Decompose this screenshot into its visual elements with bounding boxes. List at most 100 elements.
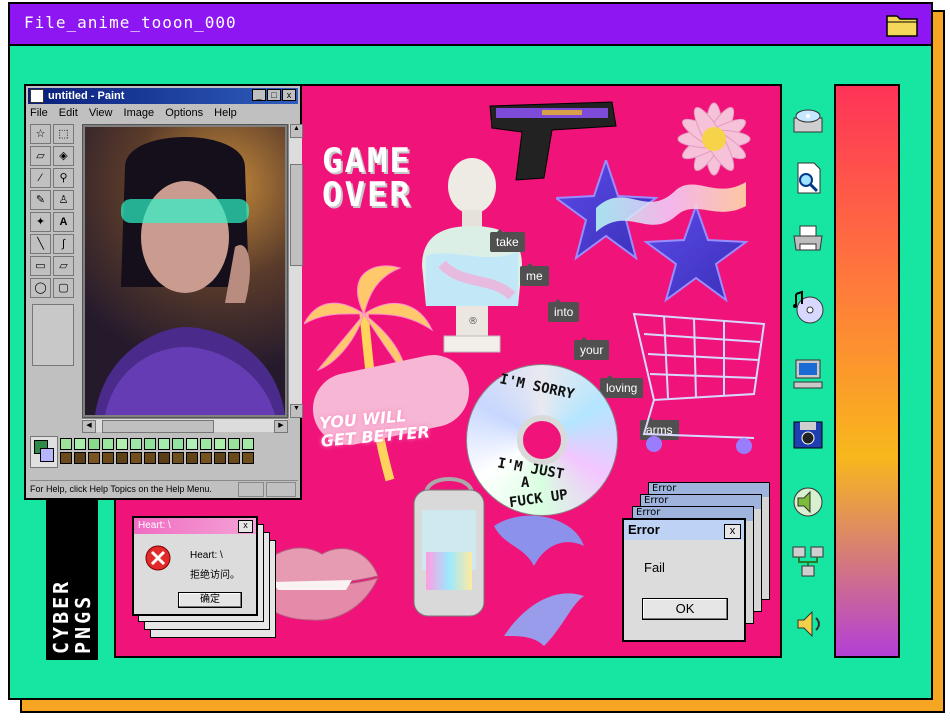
h-scroll-thumb[interactable] xyxy=(102,420,214,433)
menu-options[interactable]: Options xyxy=(165,107,203,119)
palette-swatch[interactable] xyxy=(60,452,72,464)
game-over-line-1: GAME xyxy=(322,141,412,181)
fill-tool-icon[interactable]: ◈ xyxy=(53,146,74,166)
polygon-tool-icon[interactable]: ▱ xyxy=(53,256,74,276)
picker-tool-icon[interactable]: ⁄ xyxy=(30,168,51,188)
music-cd-icon[interactable] xyxy=(790,290,826,326)
cd-drive-icon[interactable] xyxy=(790,102,826,138)
paint-title: untitled - Paint xyxy=(48,90,125,102)
palette-swatch[interactable] xyxy=(228,452,240,464)
palette-swatch[interactable] xyxy=(74,438,86,450)
statue-bust-image: ® xyxy=(422,158,522,353)
error-dialog-ok-button[interactable]: OK xyxy=(642,598,728,620)
paint-canvas[interactable] xyxy=(82,124,288,418)
eraser-tool-icon[interactable]: ▱ xyxy=(30,146,51,166)
palette-swatch[interactable] xyxy=(158,452,170,464)
palette-swatch[interactable] xyxy=(228,438,240,450)
palette-swatch[interactable] xyxy=(116,438,128,450)
tool-options-box xyxy=(32,304,74,366)
printer-icon[interactable] xyxy=(790,222,826,258)
rect-select-tool-icon[interactable]: ⬚ xyxy=(53,124,74,144)
document-search-icon[interactable] xyxy=(790,160,826,196)
menu-help[interactable]: Help xyxy=(214,107,237,119)
error-dialog: Error x Fail OK xyxy=(622,518,746,642)
paint-close-button[interactable]: x xyxy=(282,89,296,101)
heart-dialog-ok-button[interactable]: 确定 xyxy=(178,592,242,608)
paint-vertical-scrollbar[interactable]: ▲ ▼ xyxy=(288,124,303,418)
folder-icon[interactable] xyxy=(885,10,919,38)
cd-hole xyxy=(517,415,567,465)
palette-swatch[interactable] xyxy=(172,438,184,450)
volume-icon[interactable] xyxy=(790,606,826,642)
palette-swatch[interactable] xyxy=(242,438,254,450)
palette-swatch[interactable] xyxy=(74,452,86,464)
heart-dialog-message-2: 拒绝访问。 xyxy=(190,570,240,581)
menu-view[interactable]: View xyxy=(89,107,113,119)
palette-swatch[interactable] xyxy=(200,438,212,450)
pencil-tool-icon[interactable]: ✎ xyxy=(30,190,51,210)
scroll-left-icon[interactable]: ◀ xyxy=(82,420,96,433)
paint-status-bar: For Help, click Help Topics on the Help … xyxy=(30,480,298,497)
palette-swatch[interactable] xyxy=(102,452,114,464)
color-palette xyxy=(30,436,298,470)
palette-swatch[interactable] xyxy=(172,452,184,464)
rectangle-tool-icon[interactable]: ▭ xyxy=(30,256,51,276)
palette-swatch[interactable] xyxy=(130,438,142,450)
palette-swatch[interactable] xyxy=(144,438,156,450)
paint-status-text: For Help, click Help Topics on the Help … xyxy=(30,484,212,494)
curve-tool-icon[interactable]: ∫ xyxy=(53,234,74,254)
speaker-cd-icon[interactable] xyxy=(790,484,826,520)
game-over-text: GAME OVER xyxy=(322,144,412,212)
menu-file[interactable]: File xyxy=(30,107,48,119)
palette-swatch[interactable] xyxy=(214,438,226,450)
scroll-right-icon[interactable]: ▶ xyxy=(274,420,288,433)
camera-disk-icon[interactable] xyxy=(790,416,826,452)
palette-swatch[interactable] xyxy=(186,452,198,464)
word-tag-me: me xyxy=(520,263,549,286)
menu-edit[interactable]: Edit xyxy=(59,107,78,119)
magnifier-tool-icon[interactable]: ⚲ xyxy=(53,168,74,188)
menu-image[interactable]: Image xyxy=(124,107,155,119)
cyber-pngs-text: CYBER PNGS xyxy=(46,497,98,660)
paint-maximize-button[interactable]: □ xyxy=(267,89,281,101)
rounded-rect-tool-icon[interactable]: ▢ xyxy=(53,278,74,298)
paint-minimize-button[interactable]: _ xyxy=(252,89,266,101)
cyber-pngs-badge: CYBER PNGS xyxy=(46,497,98,660)
error-icon xyxy=(145,545,171,571)
computer-icon[interactable] xyxy=(790,356,826,392)
holo-fish-image xyxy=(494,515,584,646)
palette-swatch[interactable] xyxy=(116,452,128,464)
palette-swatch[interactable] xyxy=(102,438,114,450)
ellipse-tool-icon[interactable]: ◯ xyxy=(30,278,51,298)
current-colors[interactable] xyxy=(30,436,58,468)
airbrush-tool-icon[interactable]: ✦ xyxy=(30,212,51,232)
scroll-down-icon[interactable]: ▼ xyxy=(290,404,303,418)
palette-swatch[interactable] xyxy=(158,438,170,450)
palette-swatch[interactable] xyxy=(214,452,226,464)
line-tool-icon[interactable]: ╲ xyxy=(30,234,51,254)
palette-swatch[interactable] xyxy=(88,438,100,450)
scroll-thumb[interactable] xyxy=(290,164,303,266)
paint-horizontal-scrollbar[interactable]: ◀ ▶ xyxy=(82,418,288,433)
network-icon[interactable] xyxy=(790,544,826,580)
palette-swatch[interactable] xyxy=(242,452,254,464)
error-dialog-message: Fail xyxy=(644,560,665,575)
status-cell-1 xyxy=(238,482,264,497)
palette-swatch[interactable] xyxy=(88,452,100,464)
word-tag-into: into xyxy=(548,299,580,322)
heart-dialog-message-1: Heart: \ xyxy=(190,550,223,561)
palette-swatch[interactable] xyxy=(186,438,198,450)
palette-swatch[interactable] xyxy=(144,452,156,464)
heart-dialog-close-button[interactable]: x xyxy=(238,520,253,533)
scroll-up-icon[interactable]: ▲ xyxy=(290,124,303,138)
palette-swatch[interactable] xyxy=(200,452,212,464)
free-select-tool-icon[interactable]: ☆ xyxy=(30,124,51,144)
word-tag-take: take xyxy=(490,229,525,252)
cd-text-sorry: I'M SORRY xyxy=(498,371,576,403)
brush-tool-icon[interactable]: ♙ xyxy=(53,190,74,210)
palette-swatch[interactable] xyxy=(60,438,72,450)
text-tool-icon[interactable]: A xyxy=(53,212,74,232)
palette-swatch[interactable] xyxy=(130,452,142,464)
paint-window: untitled - Paint _ □ x File Edit View Im… xyxy=(24,84,303,500)
error-dialog-close-button[interactable]: x xyxy=(724,524,741,539)
